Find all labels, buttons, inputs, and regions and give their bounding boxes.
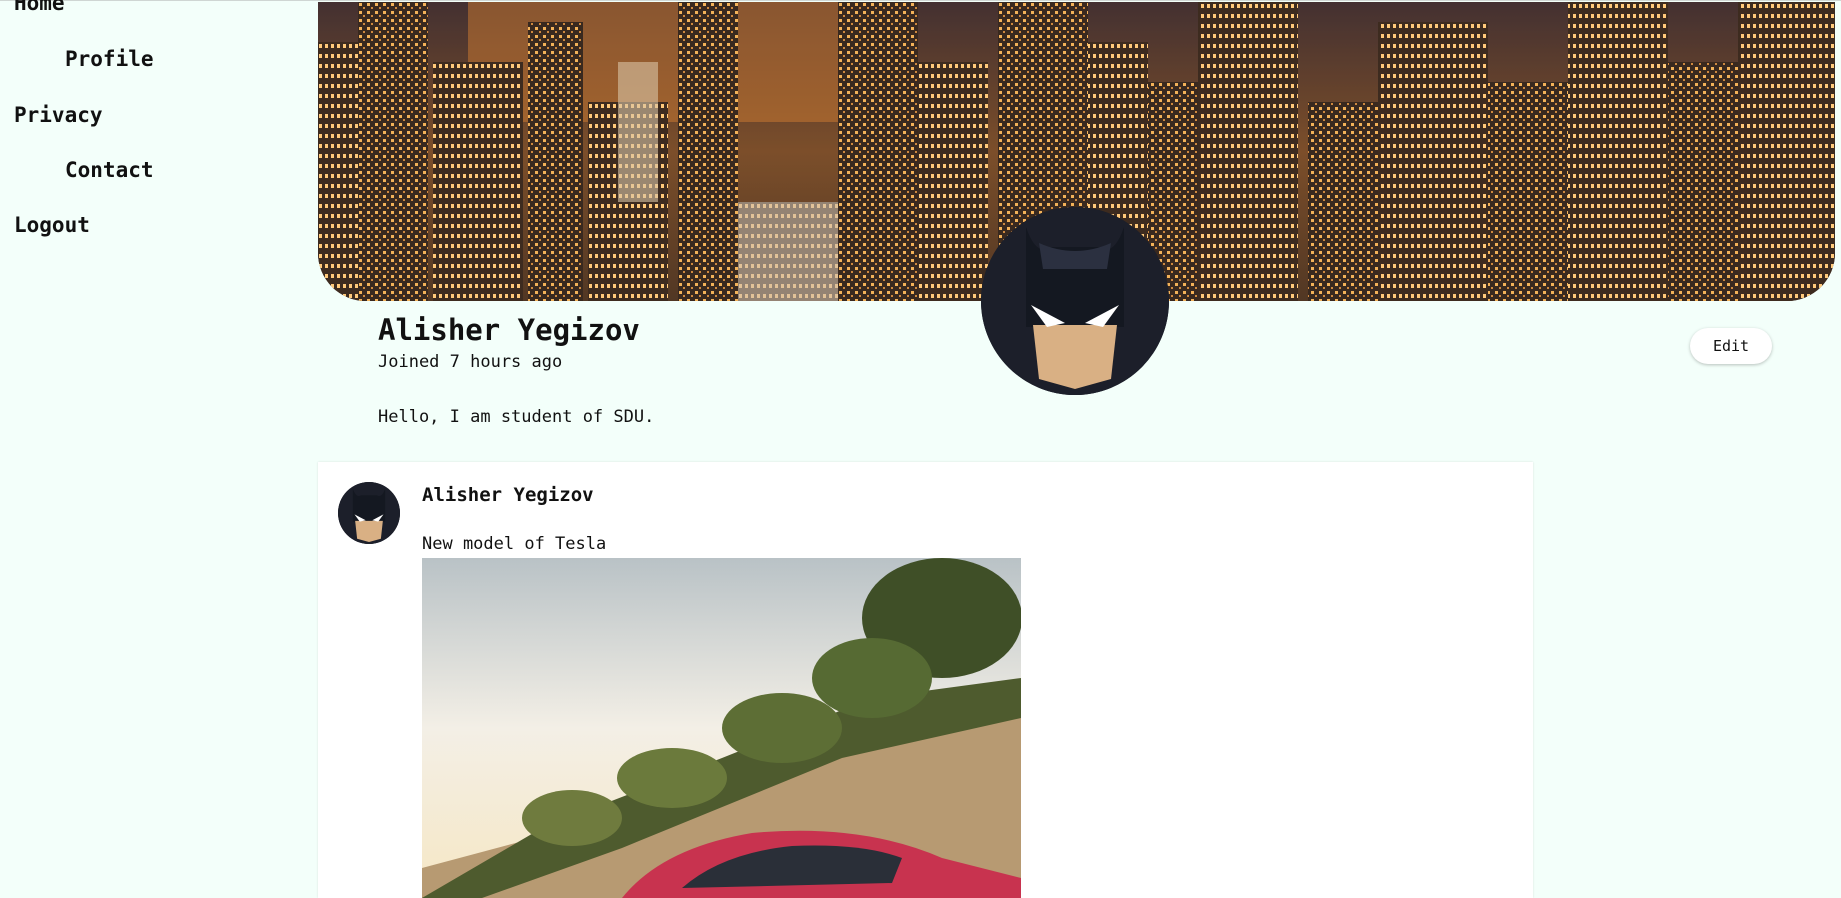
post-card: Alisher Yegizov New model of Tesla (318, 462, 1533, 898)
profile-avatar[interactable] (981, 207, 1169, 395)
profile-name: Alisher Yegizov (378, 313, 640, 347)
batman-avatar-icon (981, 207, 1169, 395)
post-text: New model of Tesla (422, 534, 607, 554)
sidebar-item-contact[interactable]: Contact (65, 158, 154, 182)
sidebar-item-home[interactable]: Home (14, 0, 65, 15)
sidebar-nav: Home Profile Privacy Contact Logout (0, 0, 300, 898)
post-avatar[interactable] (338, 482, 400, 544)
sidebar-item-logout[interactable]: Logout (14, 213, 90, 237)
edit-profile-button[interactable]: Edit (1690, 328, 1772, 364)
post-author[interactable]: Alisher Yegizov (422, 484, 594, 506)
joined-date: Joined 7 hours ago (378, 352, 563, 372)
post-image (422, 558, 1021, 898)
batman-avatar-icon (338, 482, 400, 544)
profile-bio: Hello, I am student of SDU. (378, 407, 655, 427)
sidebar-item-privacy[interactable]: Privacy (14, 103, 103, 127)
tesla-car-image (422, 558, 1021, 898)
sidebar-item-profile[interactable]: Profile (65, 47, 154, 71)
